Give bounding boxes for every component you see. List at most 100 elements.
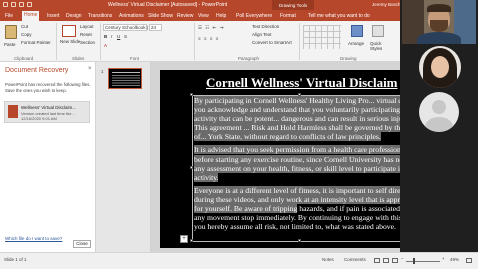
fit-to-window-icon[interactable] (466, 258, 472, 263)
resize-handle[interactable] (190, 239, 193, 242)
convert-smartart-button[interactable]: Convert to SmartArt (252, 40, 292, 45)
zoom-out-icon[interactable]: − (401, 256, 404, 261)
tab-animations[interactable]: Animations (117, 12, 146, 20)
zoom-slider-thumb[interactable] (413, 258, 416, 264)
comments-button[interactable]: Comments (344, 257, 366, 262)
participant-avatar (419, 46, 461, 88)
avatar-body (425, 117, 453, 132)
ribbon-separator (56, 23, 57, 60)
undo-icon[interactable] (11, 2, 16, 7)
bullets-icon[interactable]: ☰ ☷ ⇤ ⇥ (198, 25, 224, 31)
ribbon-separator (100, 23, 101, 60)
layout-button[interactable]: Layout (80, 24, 94, 29)
thumbnail-number: 1 (101, 69, 104, 74)
resize-handle[interactable] (190, 166, 193, 169)
group-paragraph-label: Paragraph (238, 56, 260, 61)
tab-file[interactable]: File (3, 12, 15, 20)
participant-video-3[interactable] (402, 90, 476, 134)
save-icon[interactable] (3, 2, 8, 7)
tab-view[interactable]: View (196, 12, 211, 20)
slide-sorter-icon[interactable] (383, 258, 389, 263)
cut-button[interactable]: Cut (21, 24, 28, 29)
slide-body-text[interactable]: By participating in Cornell Wellness' He… (194, 96, 400, 235)
tab-home[interactable]: Home (22, 11, 40, 21)
ribbon-separator (194, 23, 195, 60)
underline-icon[interactable]: U (117, 34, 120, 39)
slide-count: Slide 1 of 1 (4, 257, 27, 262)
shadow-icon[interactable]: S (124, 34, 127, 39)
recovered-file-name: Wellness' Virtual Disclaim... (21, 105, 76, 110)
tab-help[interactable]: Help (214, 12, 228, 20)
add-content-button[interactable]: + (180, 235, 188, 243)
avatar-head (432, 100, 446, 114)
participant-face (431, 56, 449, 78)
tab-insert[interactable]: Insert (45, 12, 62, 20)
resize-handle[interactable] (190, 93, 193, 96)
shapes-gallery[interactable] (303, 25, 341, 49)
font-size-select[interactable]: 24 (149, 24, 162, 31)
ribbon: Paste Cut Copy Format Painter Clipboard … (0, 21, 400, 62)
tab-transitions[interactable]: Transitions (86, 12, 114, 20)
participant-video-1[interactable] (402, 0, 476, 44)
group-slides-label: Slides (72, 56, 85, 61)
tab-review[interactable]: Review (175, 12, 195, 20)
body-paragraph: By participating in Cornell Wellness' He… (194, 96, 400, 142)
close-icon[interactable]: × (88, 66, 92, 72)
slide-editor: Cornell Wellness' Virtual Disclaim By pa… (151, 62, 400, 252)
present-icon[interactable] (27, 2, 32, 7)
tell-me-search[interactable]: Tell me what you want to do (308, 13, 370, 19)
normal-view-icon[interactable] (374, 258, 380, 263)
format-painter-button[interactable]: Format Painter (21, 40, 51, 45)
align-text-button[interactable]: Align Text (252, 32, 271, 37)
drawing-tools-context-tab: Drawing Tools (272, 0, 314, 10)
body-paragraph: It is advised that you seek permission f… (194, 145, 400, 182)
tab-design[interactable]: Design (64, 12, 84, 20)
document-title: Wellness' Virtual Disclaimer [Autosaved]… (108, 2, 228, 8)
account-name[interactable]: Jeremy Bosch (372, 2, 401, 7)
slide[interactable]: Cornell Wellness' Virtual Disclaim By pa… (160, 70, 400, 248)
reading-view-icon[interactable] (392, 258, 398, 263)
notes-button[interactable]: Notes (322, 257, 334, 262)
tab-poll-everywhere[interactable]: Poll Everywhere (234, 12, 274, 20)
slide-title[interactable]: Cornell Wellness' Virtual Disclaim (206, 75, 398, 91)
reset-button[interactable]: Reset (80, 32, 92, 37)
redo-icon[interactable] (19, 2, 24, 7)
participant-beard (430, 20, 448, 32)
align-icons[interactable]: ≡ ≡ ≡ ≡ (198, 36, 219, 41)
slide-thumbnail-pane: 1 (96, 62, 151, 252)
paste-icon[interactable] (5, 25, 17, 39)
font-color-icon[interactable]: A (104, 43, 107, 48)
bold-icon[interactable]: B (104, 34, 107, 39)
default-avatar-icon (419, 92, 459, 132)
paste-button[interactable]: Paste (4, 42, 16, 47)
recovery-close-button[interactable]: Close (73, 240, 91, 248)
quick-access-toolbar (3, 2, 32, 7)
section-button[interactable]: Section (80, 40, 95, 45)
new-slide-icon[interactable] (62, 25, 76, 37)
recovered-file-date: 12/16/2020 9:01 AM (21, 116, 57, 121)
tab-slide-show[interactable]: Slide Show (146, 12, 175, 20)
resize-handle[interactable] (298, 239, 301, 242)
participant-video-2[interactable] (402, 45, 476, 89)
font-name-select[interactable]: Century Schoolbook ( (103, 24, 148, 31)
arrange-button[interactable]: Arrange (348, 41, 364, 46)
arrange-icon[interactable] (351, 25, 363, 37)
participant-hair (427, 4, 451, 12)
participant-shirt (417, 32, 461, 44)
quick-styles-button[interactable]: Quick Styles (370, 41, 392, 51)
slide-thumbnail[interactable] (108, 68, 142, 89)
video-participants-panel (400, 0, 478, 252)
tab-format[interactable]: Format (278, 12, 298, 20)
italic-icon[interactable]: I (111, 34, 112, 39)
new-slide-button[interactable]: New Slide (60, 39, 80, 44)
recovery-title: Document Recovery (5, 67, 69, 74)
recovered-file-item[interactable]: Wellness' Virtual Disclaim... Version cr… (4, 101, 90, 123)
ribbon-separator (299, 23, 300, 60)
zoom-level[interactable]: 49% (450, 257, 459, 262)
which-file-help-link[interactable]: Which file do I want to save? (5, 236, 62, 241)
copy-button[interactable]: Copy (21, 32, 32, 37)
text-direction-button[interactable]: Text Direction (252, 24, 279, 29)
zoom-in-icon[interactable]: + (442, 256, 445, 261)
quick-styles-icon[interactable] (372, 25, 384, 37)
zoom-slider[interactable] (406, 261, 440, 262)
